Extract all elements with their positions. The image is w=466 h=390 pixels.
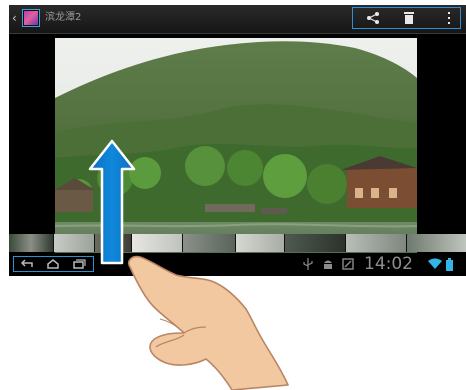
album-title: 滨龙潭2 (45, 12, 82, 23)
recent-apps-icon[interactable] (72, 258, 86, 273)
battery-icon (446, 258, 453, 273)
action-buttons-highlight (352, 7, 461, 29)
filmstrip-thumb[interactable] (132, 234, 182, 252)
home-icon[interactable] (46, 258, 60, 273)
swipe-up-arrow-icon (88, 139, 136, 265)
filmstrip-thumb[interactable] (346, 234, 406, 252)
filmstrip[interactable] (9, 234, 466, 252)
status-clock: 14:02 (364, 254, 413, 274)
wifi-icon (428, 258, 442, 272)
up-chevron-icon[interactable]: ‹ (12, 12, 17, 24)
tutorial-illustration: ‹ 滨龙潭2 14:02 (0, 0, 466, 390)
share-icon[interactable] (365, 11, 381, 26)
hand-icon (127, 255, 289, 390)
gallery-app-icon[interactable] (22, 9, 40, 27)
filmstrip-thumb[interactable] (9, 234, 53, 252)
screenshot-icon (342, 258, 354, 272)
filmstrip-thumb[interactable] (407, 234, 466, 252)
android-debug-icon (322, 258, 334, 272)
filmstrip-thumb[interactable] (236, 234, 284, 252)
delete-icon[interactable] (401, 11, 417, 26)
tablet-screen: ‹ 滨龙潭2 14:02 (9, 5, 466, 276)
back-icon[interactable] (20, 258, 34, 273)
overflow-menu-icon[interactable] (441, 11, 457, 26)
usb-icon (303, 258, 313, 272)
filmstrip-thumb[interactable] (285, 234, 345, 252)
action-bar: ‹ 滨龙潭2 (9, 5, 466, 34)
nav-buttons-highlight (13, 256, 94, 272)
filmstrip-thumb[interactable] (183, 234, 235, 252)
